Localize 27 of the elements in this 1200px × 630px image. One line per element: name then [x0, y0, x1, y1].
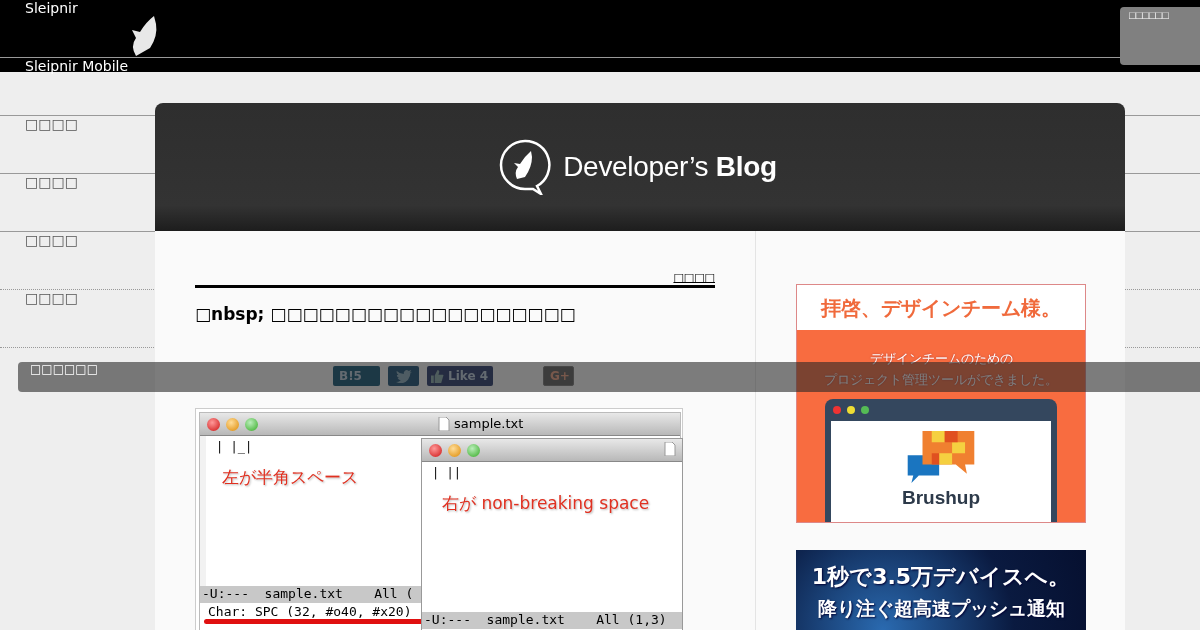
annotation: 右が non-breaking space: [441, 492, 650, 515]
window-dots-icon: [833, 406, 869, 414]
menu-item[interactable]: Sleipnir: [25, 0, 78, 58]
window-title: sample.txt: [438, 416, 524, 431]
menu-button[interactable]: □□□□□□: [1120, 7, 1200, 65]
menu-item[interactable]: □□□□: [25, 174, 78, 232]
advertisement-banner[interactable]: 1秒で3.5万デバイスへ。 降り注ぐ超高速プッシュ通知: [796, 550, 1086, 630]
menu-item[interactable]: □□□□: [25, 116, 78, 174]
thumbs-up-icon: [431, 369, 444, 383]
ad-text: 1秒で3.5万デバイスへ。: [810, 563, 1072, 591]
twitter-button[interactable]: [388, 366, 419, 386]
ad-brand: Brushup: [901, 487, 981, 509]
overlay-bar-label: □□□□□□: [30, 362, 99, 376]
document-icon: [438, 416, 450, 431]
ad-headline: 拝啓、デザインチーム様。: [797, 285, 1085, 330]
menu-item[interactable]: □□□□: [25, 290, 78, 348]
document-icon: [664, 442, 676, 456]
menu-item[interactable]: □□□□: [25, 232, 78, 290]
ad-text: 降り注ぐ超高速プッシュ通知: [816, 596, 1066, 621]
category-link[interactable]: □□□□: [673, 271, 715, 285]
bird-icon: [395, 369, 412, 383]
buffer-text: | ||: [432, 466, 461, 480]
menu-item[interactable]: Sleipnir Mobile: [25, 58, 129, 116]
post-title: □nbsp; □□□□□□□□□□□□□□□□□□□: [195, 304, 577, 326]
annotation: 左が半角スペース: [221, 466, 358, 489]
buffer-text: | |_|: [216, 440, 253, 454]
blog-title[interactable]: Developer’s Blog: [563, 151, 777, 183]
